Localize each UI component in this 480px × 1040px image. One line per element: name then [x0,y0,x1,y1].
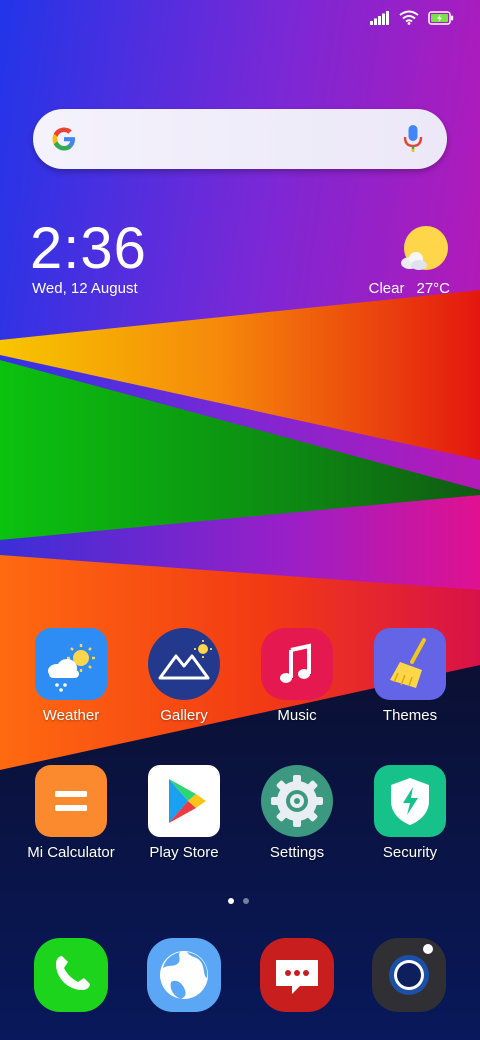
app-label: Gallery [160,707,208,724]
play-store-icon [148,765,220,837]
messages-icon[interactable] [260,938,334,1012]
app-label: Play Store [149,844,219,861]
app-gallery[interactable]: Gallery [126,628,242,724]
microphone-icon[interactable] [403,124,423,154]
google-search-bar[interactable] [33,109,447,169]
status-bar [370,10,454,25]
app-label: Settings [269,844,325,861]
app-themes[interactable]: Themes [352,628,468,724]
app-label: Security [382,844,438,861]
app-play-store[interactable]: Play Store [126,765,242,861]
themes-app-icon [374,628,446,700]
security-shield-icon [374,765,446,837]
page-dot-active [228,898,234,904]
page-indicator [228,898,249,904]
music-app-icon [261,628,333,700]
weather-app-icon [35,628,107,700]
cellular-signal-icon [370,10,389,25]
battery-charging-icon [428,10,454,25]
phone-icon[interactable] [34,938,108,1012]
app-label: Music [277,707,317,724]
gallery-app-icon [148,628,220,700]
weather-summary[interactable]: Clear 27°C [369,280,450,297]
sun-cloud-icon[interactable] [398,224,450,276]
app-label: Weather [42,707,100,724]
camera-icon[interactable] [372,938,446,1012]
weather-temperature: 27°C [416,280,450,297]
app-mi-calculator[interactable]: Mi Calculator [13,765,129,861]
app-settings[interactable]: Settings [239,765,355,861]
app-music[interactable]: Music [239,628,355,724]
page-dot [243,898,249,904]
settings-gear-icon [261,765,333,837]
app-label: Themes [382,707,438,724]
wifi-icon [399,10,419,25]
app-label: Mi Calculator [27,844,115,861]
calculator-app-icon [35,765,107,837]
browser-globe-icon[interactable] [147,938,221,1012]
weather-condition: Clear [368,280,405,297]
app-weather[interactable]: Weather [13,628,129,724]
clock-date: Wed, 12 August [32,280,138,297]
app-security[interactable]: Security [352,765,468,861]
clock-time[interactable]: 2:36 [30,218,147,280]
google-g-icon [52,127,75,151]
